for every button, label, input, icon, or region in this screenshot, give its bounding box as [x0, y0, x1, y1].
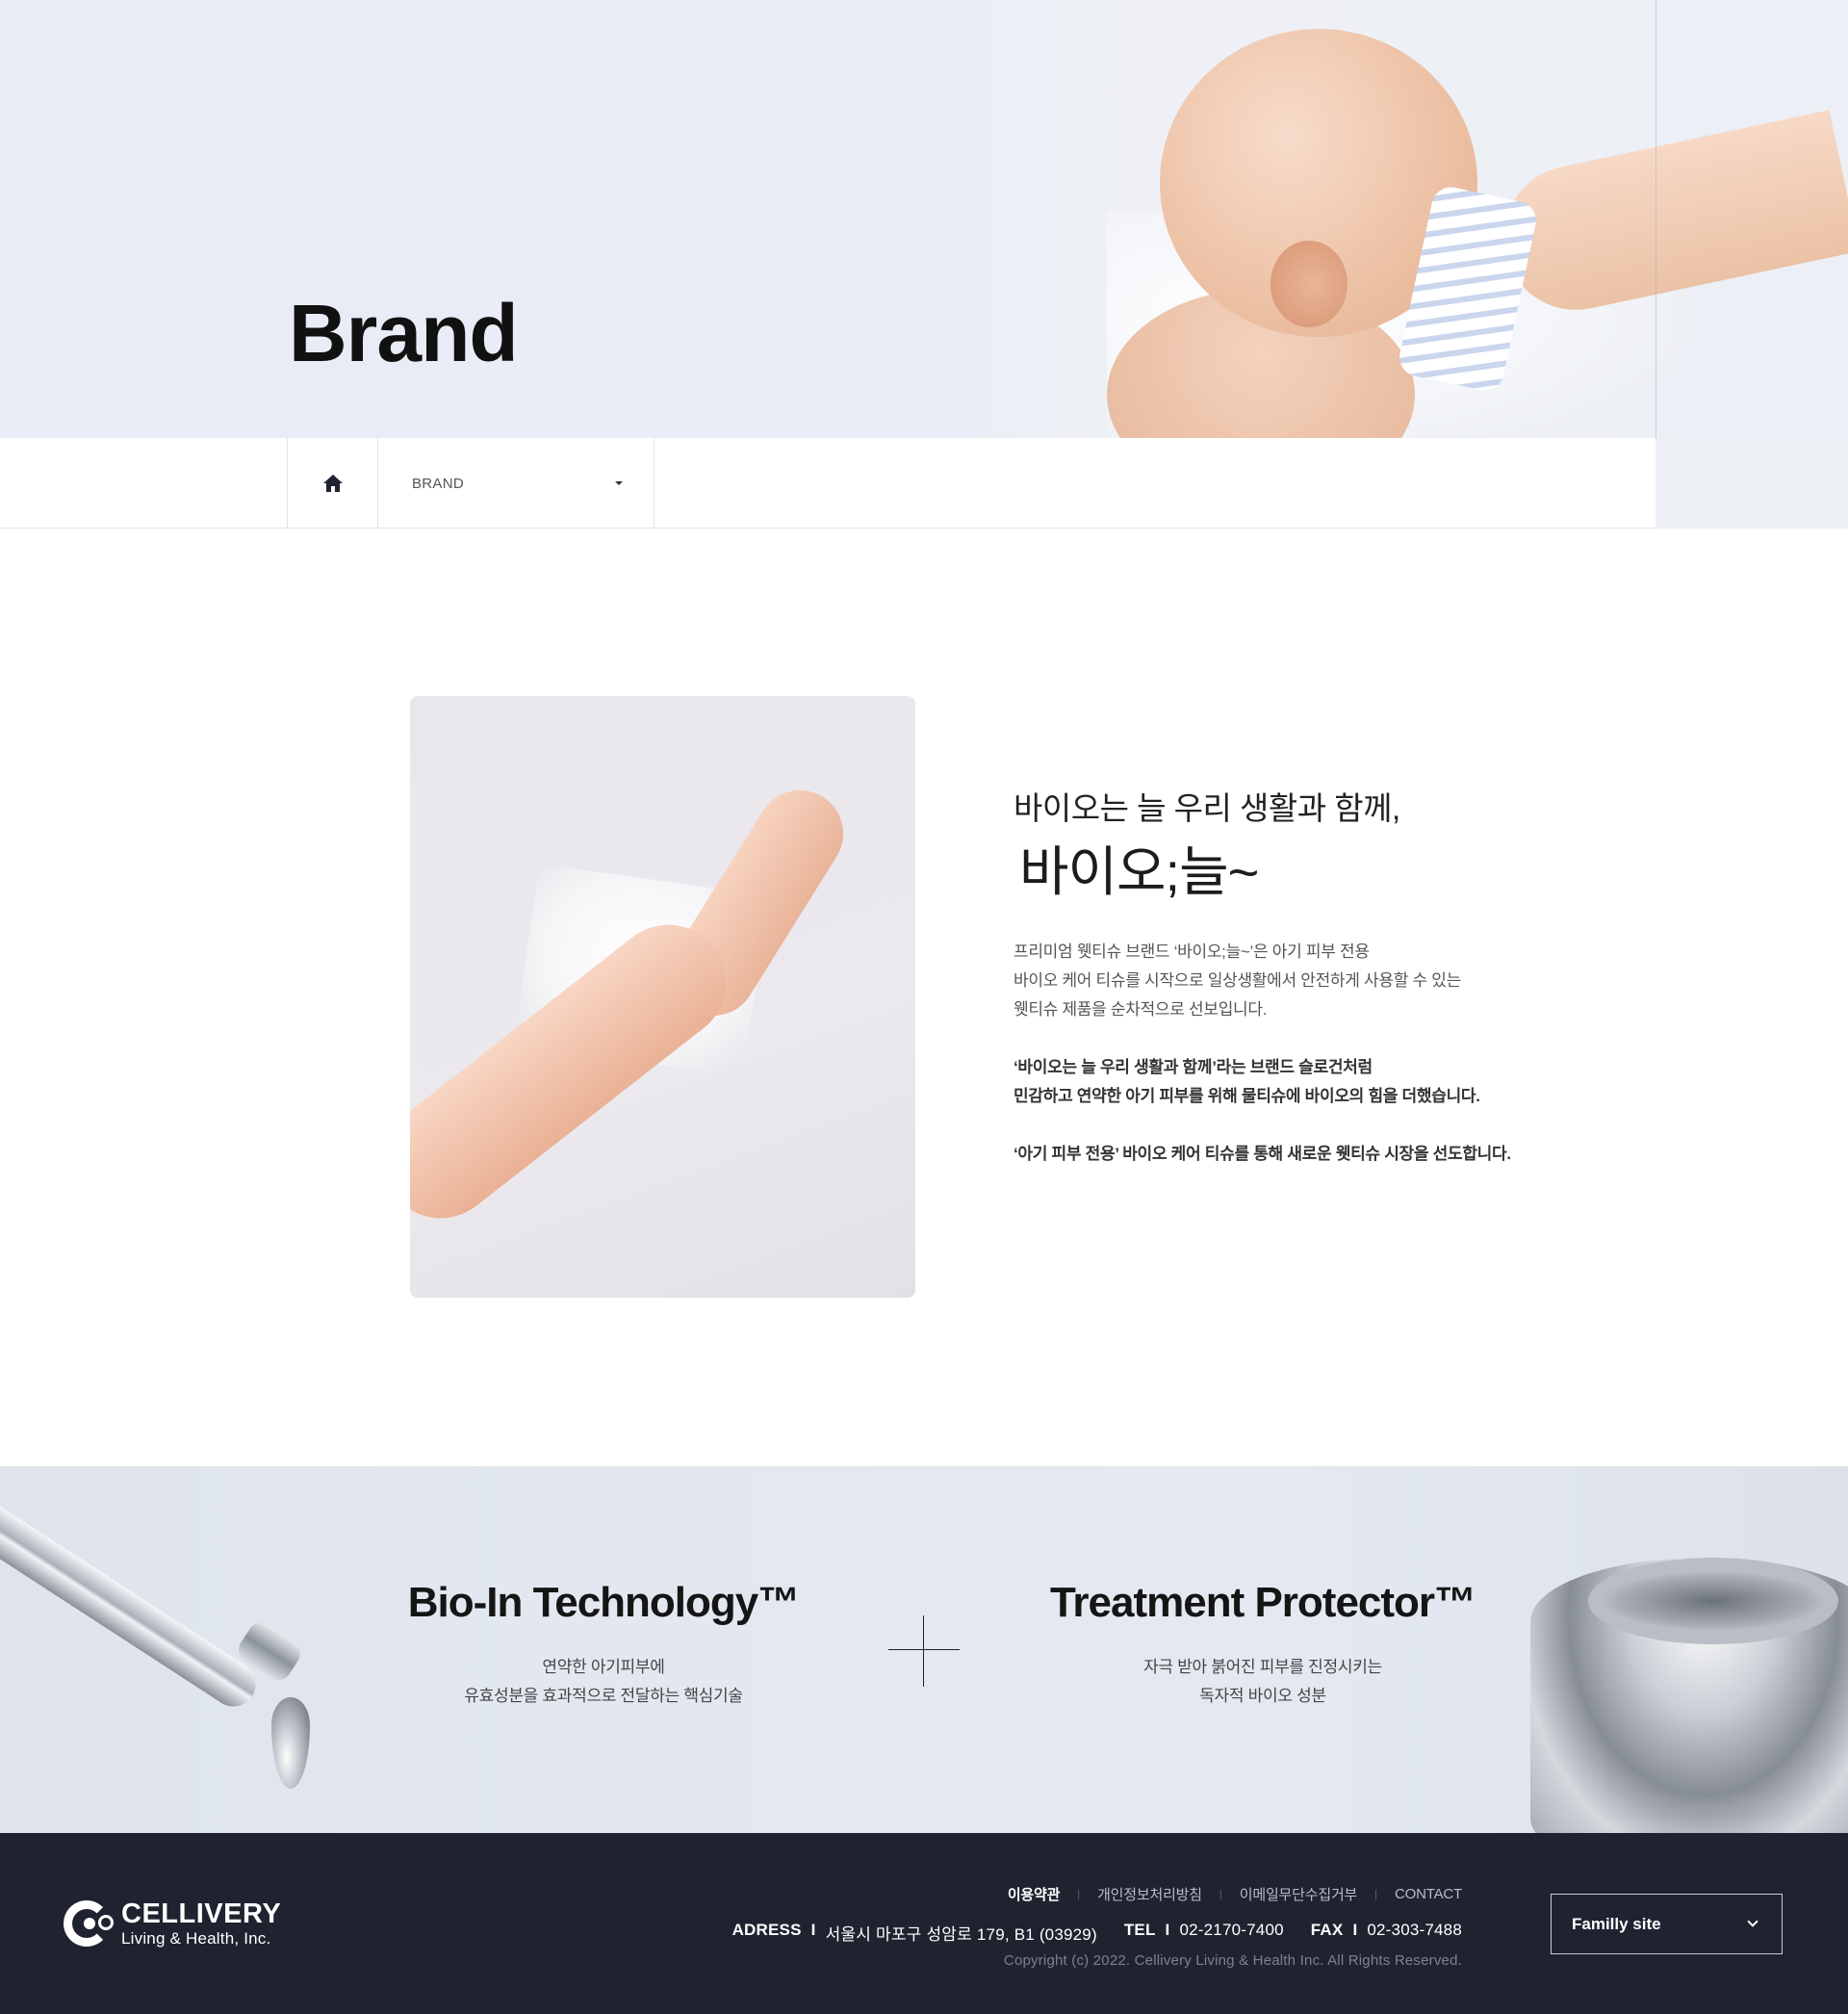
- logo-sub-text: Living & Health, Inc.: [121, 1929, 271, 1948]
- footer-links: 이용약관 | 개인정보처리방침 | 이메일무단수집거부 | CONTACT: [1008, 1884, 1462, 1904]
- tech-desc-line: 유효성분을 효과적으로 전달하는 핵심기술: [464, 1687, 743, 1706]
- brand-description-line: 웻티슈 제품을 순차적으로 선보입니다.: [1014, 999, 1268, 1019]
- treatment-protector-block: Treatment Protector™ 자극 받아 붉어진 피부를 진정시키는…: [1022, 1579, 1503, 1711]
- info-separator: I: [1352, 1921, 1358, 1939]
- location-dropdown-label: BRAND: [412, 475, 465, 492]
- brand-mission-text: ‘아기 피부 전용’ 바이오 케어 티슈를 통해 새로운 웻티슈 시장을 선도합…: [1014, 1144, 1511, 1163]
- hero-banner: Brand: [0, 0, 1848, 438]
- site-footer: CELLIVERY Living & Health, Inc. 이용약관 | 개…: [0, 1833, 1848, 2014]
- logo-circle-shape: [98, 1915, 114, 1930]
- brand-name-heading: 바이오;늘~: [1008, 844, 1270, 905]
- brand-slogan-text: ‘바이오는 늘 우리 생활과 함께’라는 브랜드 슬로건처럼 민감하고 연약한 …: [1014, 1053, 1591, 1111]
- fax-info: FAX I 02-303-7488: [1311, 1921, 1462, 1945]
- page-title: Brand: [289, 288, 519, 378]
- tel-value: 02-2170-7400: [1179, 1921, 1284, 1939]
- info-separator: I: [810, 1921, 816, 1939]
- link-separator: |: [1077, 1888, 1081, 1900]
- link-separator: |: [1374, 1888, 1378, 1900]
- tech-desc-line: 자극 받아 붉어진 피부를 진정시키는: [1143, 1658, 1382, 1677]
- pipette-image: [0, 1488, 265, 1716]
- caret-down-icon: [615, 481, 623, 485]
- logo-wordmark: CELLIVERY Living & Health, Inc.: [121, 1898, 282, 1948]
- logo-main-text: CELLIVERY: [121, 1898, 282, 1929]
- tel-label: TEL: [1123, 1921, 1156, 1939]
- link-separator: |: [1219, 1888, 1222, 1900]
- privacy-policy-link[interactable]: 개인정보처리방침: [1097, 1884, 1202, 1904]
- fax-label: FAX: [1310, 1921, 1344, 1939]
- address-info: ADRESS I 서울시 마포구 성암로 179, B1 (03929): [732, 1921, 1097, 1945]
- bio-in-technology-desc: 연약한 아기피부에 유효성분을 효과적으로 전달하는 핵심기술: [363, 1653, 844, 1711]
- tech-desc-line: 연약한 아기피부에: [542, 1658, 665, 1677]
- fax-value: 02-303-7488: [1367, 1921, 1462, 1939]
- plus-icon-vertical: [923, 1615, 924, 1687]
- company-info: ADRESS I 서울시 마포구 성암로 179, B1 (03929) TEL…: [732, 1921, 1462, 1945]
- brand-description-line: 프리미엄 웻티슈 브랜드 ‘바이오;늘~’은 아기 피부 전용: [1014, 942, 1370, 961]
- chevron-down-icon: [1747, 1916, 1758, 1927]
- brand-slogan-line: 민감하고 연약한 아기 피부를 위해 물티슈에 바이오의 힘을 더했습니다.: [1014, 1086, 1480, 1105]
- tel-info: TEL I 02-2170-7400: [1124, 1921, 1284, 1945]
- brand-description-line: 바이오 케어 티슈를 시작으로 일상생활에서 안전하게 사용할 수 있는: [1014, 970, 1461, 990]
- home-icon: [322, 475, 343, 492]
- brand-intro-text: 바이오는 늘 우리 생활과 함께, 바이오;늘~ 프리미엄 웻티슈 브랜드 ‘바…: [1008, 789, 1591, 1169]
- copyright-text: Copyright (c) 2022. Cellivery Living & H…: [1003, 1952, 1462, 1969]
- contact-link[interactable]: CONTACT: [1395, 1886, 1462, 1902]
- home-button[interactable]: [287, 438, 378, 529]
- address-value: 서울시 마포구 성암로 179, B1 (03929): [825, 1925, 1097, 1944]
- brand-name-text: 바이오;늘~: [1019, 840, 1259, 902]
- subnav-side-panel: [1656, 438, 1848, 529]
- logo-dot-shape: [84, 1918, 95, 1929]
- hero-hand-image: [1490, 110, 1848, 323]
- brand-description: 프리미엄 웻티슈 브랜드 ‘바이오;늘~’은 아기 피부 전용 바이오 케어 티…: [1014, 938, 1591, 1024]
- address-label: ADRESS: [732, 1921, 802, 1939]
- technology-section: Bio-In Technology™ 연약한 아기피부에 유효성분을 효과적으로…: [0, 1466, 1848, 1833]
- bio-in-technology-block: Bio-In Technology™ 연약한 아기피부에 유효성분을 효과적으로…: [363, 1579, 844, 1711]
- cellivery-logo[interactable]: CELLIVERY Living & Health, Inc.: [64, 1900, 281, 1947]
- treatment-protector-desc: 자극 받아 붉어진 피부를 진정시키는 독자적 바이오 성분: [1022, 1653, 1503, 1711]
- location-dropdown[interactable]: BRAND: [378, 438, 654, 529]
- sub-navigation: BRAND: [0, 438, 1656, 529]
- brand-slogan-line: ‘바이오는 늘 우리 생활과 함께’라는 브랜드 슬로건처럼: [1014, 1057, 1373, 1076]
- glass-jar-rim-image: [1588, 1558, 1838, 1644]
- bio-in-technology-title: Bio-In Technology™: [407, 1579, 801, 1626]
- info-separator: I: [1165, 1921, 1170, 1939]
- email-refusal-link[interactable]: 이메일무단수집거부: [1240, 1884, 1358, 1904]
- droplet-image: [271, 1697, 310, 1789]
- family-site-label: Familly site: [1572, 1914, 1661, 1933]
- terms-link[interactable]: 이용약관: [1008, 1884, 1061, 1904]
- tech-desc-line: 독자적 바이오 성분: [1199, 1687, 1326, 1706]
- hands-wipe-image: [410, 696, 915, 1298]
- family-site-dropdown[interactable]: Familly site: [1551, 1894, 1783, 1954]
- plus-icon-horizontal: [888, 1649, 960, 1650]
- brand-lead-text: 바이오는 늘 우리 생활과 함께,: [1014, 790, 1400, 826]
- treatment-protector-title: Treatment Protector™: [1049, 1579, 1476, 1626]
- hero-baby-ear-image: [1270, 241, 1348, 327]
- cellivery-logo-icon: [64, 1900, 114, 1947]
